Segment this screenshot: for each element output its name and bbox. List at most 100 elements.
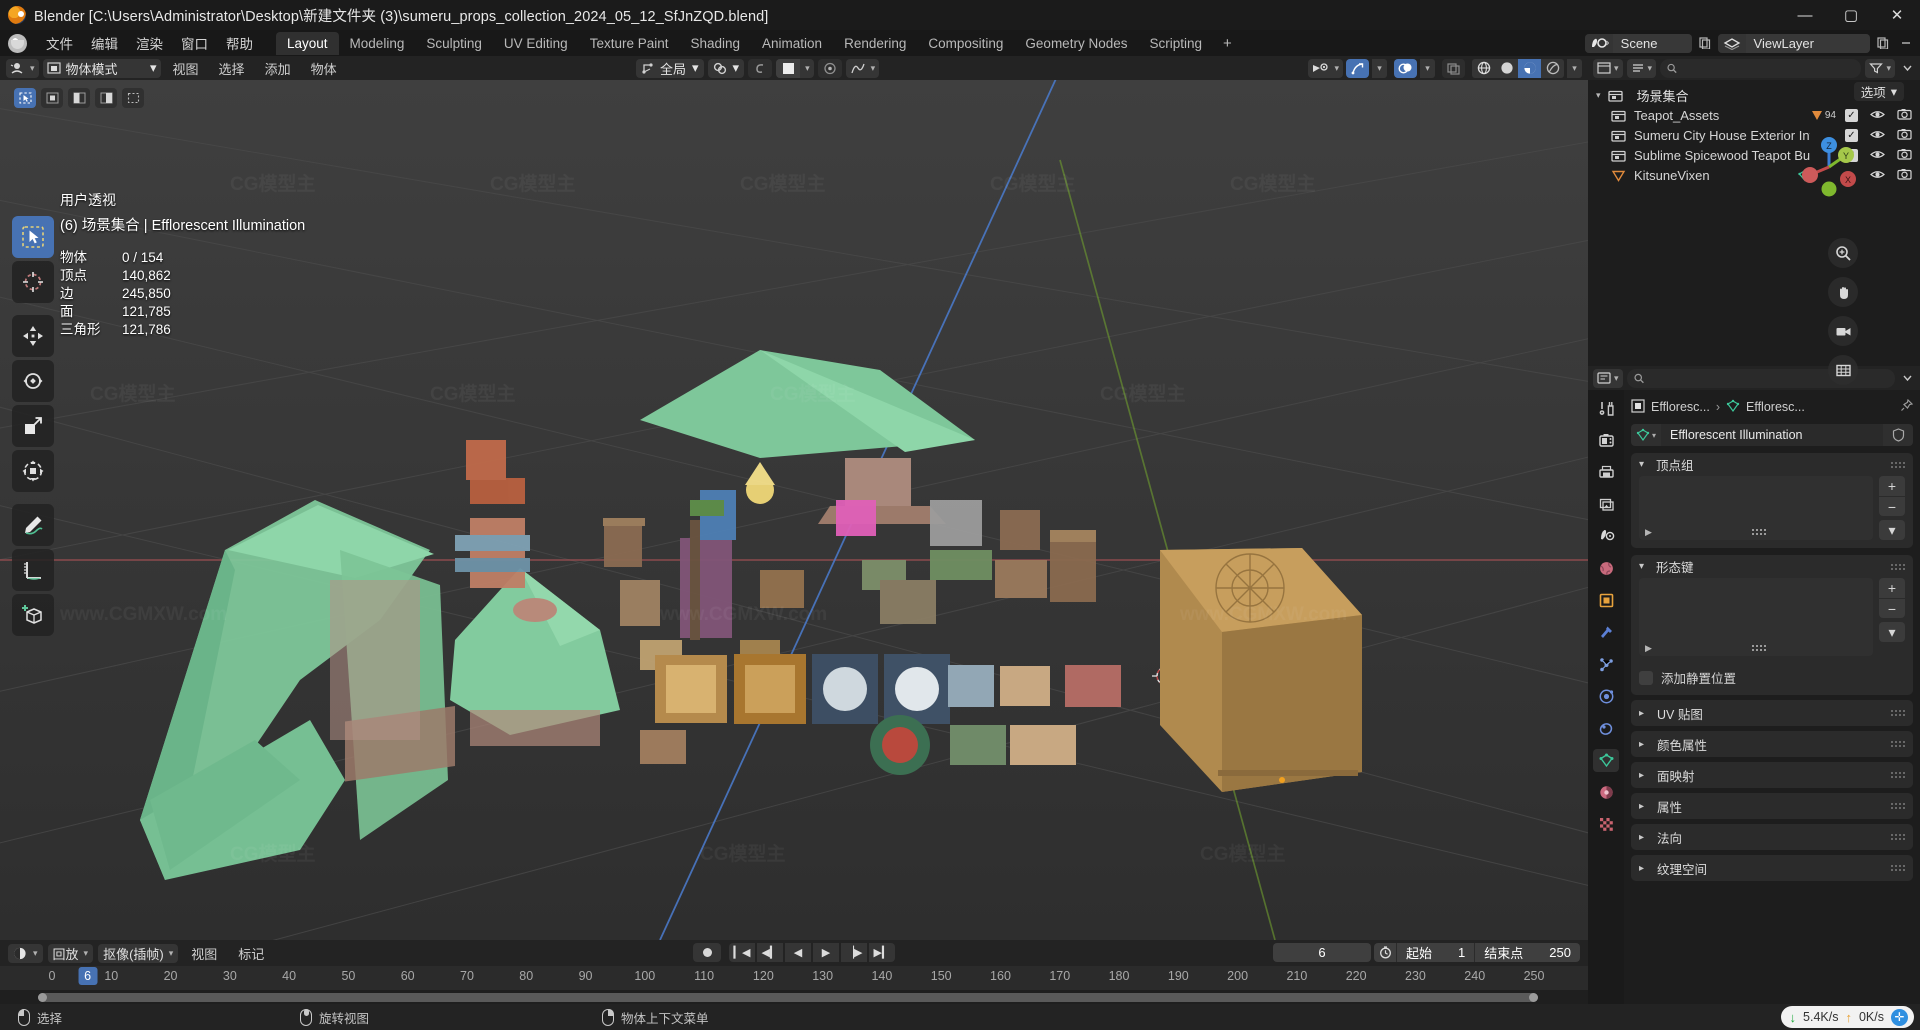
properties-editor-type-selector[interactable]: ▾ — [1593, 368, 1623, 388]
tab-animation[interactable]: Animation — [751, 32, 833, 55]
outliner-row-sumeru-city-house[interactable]: Sumeru City House Exterior Inte ✓ — [1588, 125, 1920, 145]
tab-shading[interactable]: Shading — [679, 32, 751, 55]
tweak-select-tool[interactable] — [12, 216, 54, 258]
physics-tab[interactable] — [1593, 685, 1619, 708]
add-vertex-group-button[interactable]: + — [1879, 476, 1905, 496]
auto-keying-toggle[interactable] — [693, 943, 721, 962]
add-shape-key-button[interactable]: + — [1879, 578, 1905, 598]
output-tab[interactable] — [1593, 461, 1619, 484]
scene-tab[interactable] — [1593, 525, 1619, 548]
new-scene-icon[interactable] — [1695, 34, 1715, 53]
viewport-menu-select[interactable]: 选择 — [211, 57, 253, 80]
rotate-tool[interactable] — [12, 360, 54, 402]
camera-icon[interactable] — [1897, 108, 1912, 123]
viewport-menu-add[interactable]: 添加 — [257, 57, 299, 80]
expand-triangle-icon[interactable]: ▶ — [1645, 643, 1652, 654]
view-layer-tab[interactable] — [1593, 493, 1619, 516]
render-tab[interactable] — [1593, 429, 1619, 452]
particles-tab[interactable] — [1593, 653, 1619, 676]
shape-keys-list[interactable]: ▶ — [1639, 578, 1873, 656]
end-frame-field[interactable]: 结束点 250 — [1474, 943, 1580, 962]
modifier-tab[interactable] — [1593, 621, 1619, 644]
tab-texture-paint[interactable]: Texture Paint — [579, 32, 680, 55]
camera-icon[interactable] — [1897, 148, 1912, 163]
outliner-search-box[interactable] — [1660, 58, 1862, 78]
visibility-selector[interactable]: ▾ — [1308, 58, 1343, 78]
keying-menu[interactable]: 抠像(插帧) ▾ — [98, 943, 179, 963]
shape-keys-header[interactable]: ▾ 形态键 — [1631, 555, 1913, 578]
tab-compositing[interactable]: Compositing — [917, 32, 1014, 55]
vertex-group-specials-chevron-down-icon[interactable]: ▾ — [1879, 520, 1905, 540]
timeline-editor-type-selector[interactable]: ▾ — [8, 943, 43, 963]
cursor-tool[interactable] — [12, 261, 54, 303]
outliner-row-sublime-spicewood[interactable]: Sublime Spicewood Teapot Buil ✓ — [1588, 145, 1920, 165]
measure-tool[interactable] — [12, 549, 54, 591]
breadcrumb-object[interactable]: Effloresc... — [1651, 400, 1710, 414]
viewport-menu-view[interactable]: 视图 — [165, 57, 207, 80]
rest-position-checkbox[interactable] — [1639, 670, 1653, 685]
transform-tool[interactable] — [12, 450, 54, 492]
annotate-tool[interactable] — [12, 504, 54, 546]
normals-panel-header[interactable]: ▸ 法向 — [1631, 824, 1913, 850]
gizmo-toggle[interactable] — [1346, 58, 1369, 78]
resize-grip-icon[interactable] — [1752, 645, 1767, 651]
play-reverse-button[interactable]: ◀ — [785, 943, 811, 962]
menu-file[interactable]: 文件 — [37, 30, 82, 56]
viewport-options-button[interactable]: 选项 ▾ — [1853, 82, 1904, 101]
world-tab[interactable] — [1593, 557, 1619, 580]
checkbox-enabled[interactable]: ✓ — [1845, 108, 1858, 122]
constraints-tab[interactable] — [1593, 717, 1619, 740]
vertex-groups-list[interactable]: ▶ — [1639, 476, 1873, 540]
chevron-down-icon[interactable]: ▾ — [1596, 90, 1601, 101]
scale-tool[interactable] — [12, 405, 54, 447]
outliner-editor-type-selector[interactable]: ▾ — [1593, 58, 1623, 78]
play-button[interactable]: ▶ — [813, 943, 839, 962]
menu-render[interactable]: 渲染 — [127, 30, 172, 56]
outliner-filter-button[interactable]: ▾ — [1865, 58, 1895, 78]
start-frame-field[interactable]: 起始 1 — [1396, 943, 1474, 962]
resize-grip-icon[interactable] — [1752, 529, 1767, 535]
eye-icon[interactable] — [1870, 168, 1885, 183]
select-lasso-icon[interactable] — [122, 88, 144, 108]
shape-key-specials-chevron-down-icon[interactable]: ▾ — [1879, 622, 1905, 642]
next-keyframe-button[interactable]: ▕▶ — [841, 943, 867, 962]
add-viewlayer-icon[interactable] — [1873, 34, 1893, 53]
timeline-scrollbar[interactable] — [0, 990, 1588, 1004]
thunderbolt-icon[interactable]: ✛ — [1891, 1008, 1908, 1026]
object-data-name-field[interactable]: ▾ Efflorescent Illumination — [1631, 424, 1913, 446]
overlay-options-chevron-down-icon[interactable]: ▾ — [1420, 58, 1435, 78]
material-tab[interactable] — [1593, 781, 1619, 804]
xray-toggle[interactable] — [1442, 58, 1465, 78]
remove-viewlayer-icon[interactable] — [1896, 34, 1916, 53]
uv-maps-panel-header[interactable]: ▸ UV 贴图 — [1631, 700, 1913, 726]
previous-keyframe-button[interactable]: ◀▎ — [757, 943, 783, 962]
scene-name[interactable]: Scene — [1612, 33, 1692, 53]
interaction-mode-selector[interactable]: 物体模式 ▾ — [42, 58, 161, 78]
outliner-search-input[interactable] — [1682, 61, 1855, 75]
properties-options-chevron-down-icon[interactable] — [1899, 373, 1915, 384]
outliner-display-mode-selector[interactable]: ▾ — [1626, 58, 1657, 78]
timeline-menu-view[interactable]: 视图 — [183, 942, 225, 965]
rest-position-row[interactable]: 添加静置位置 — [1631, 664, 1913, 695]
solid-shading-button[interactable] — [1495, 58, 1518, 78]
viewport-menu-object[interactable]: 物体 — [303, 57, 345, 80]
gizmo-options-chevron-down-icon[interactable]: ▾ — [1372, 58, 1387, 78]
select-edge-icon[interactable] — [68, 88, 90, 108]
outliner-collapse-icon[interactable] — [1899, 63, 1915, 74]
tab-uv-editing[interactable]: UV Editing — [493, 32, 579, 55]
timeline-playhead[interactable]: 6 — [78, 967, 98, 985]
add-workspace-button[interactable]: + — [1213, 33, 1242, 54]
maximize-button[interactable]: ▢ — [1828, 0, 1874, 30]
blender-menu-icon[interactable] — [8, 33, 27, 53]
shading-options-chevron-down-icon[interactable]: ▾ — [1567, 58, 1582, 78]
falloff-curve-selector[interactable]: ▾ — [845, 58, 880, 78]
remove-shape-key-button[interactable]: − — [1879, 598, 1905, 618]
editor-type-selector[interactable]: ▾ — [6, 58, 39, 78]
eye-icon[interactable] — [1870, 128, 1885, 143]
jump-to-end-button[interactable]: ▶▎ — [869, 943, 895, 962]
fake-user-shield-icon[interactable] — [1883, 424, 1913, 446]
zoom-icon[interactable] — [1828, 238, 1858, 268]
proportional-falloff-selector[interactable]: ▾ — [776, 58, 814, 78]
material-preview-shading-button[interactable] — [1518, 58, 1541, 78]
rendered-shading-button[interactable] — [1541, 58, 1564, 78]
